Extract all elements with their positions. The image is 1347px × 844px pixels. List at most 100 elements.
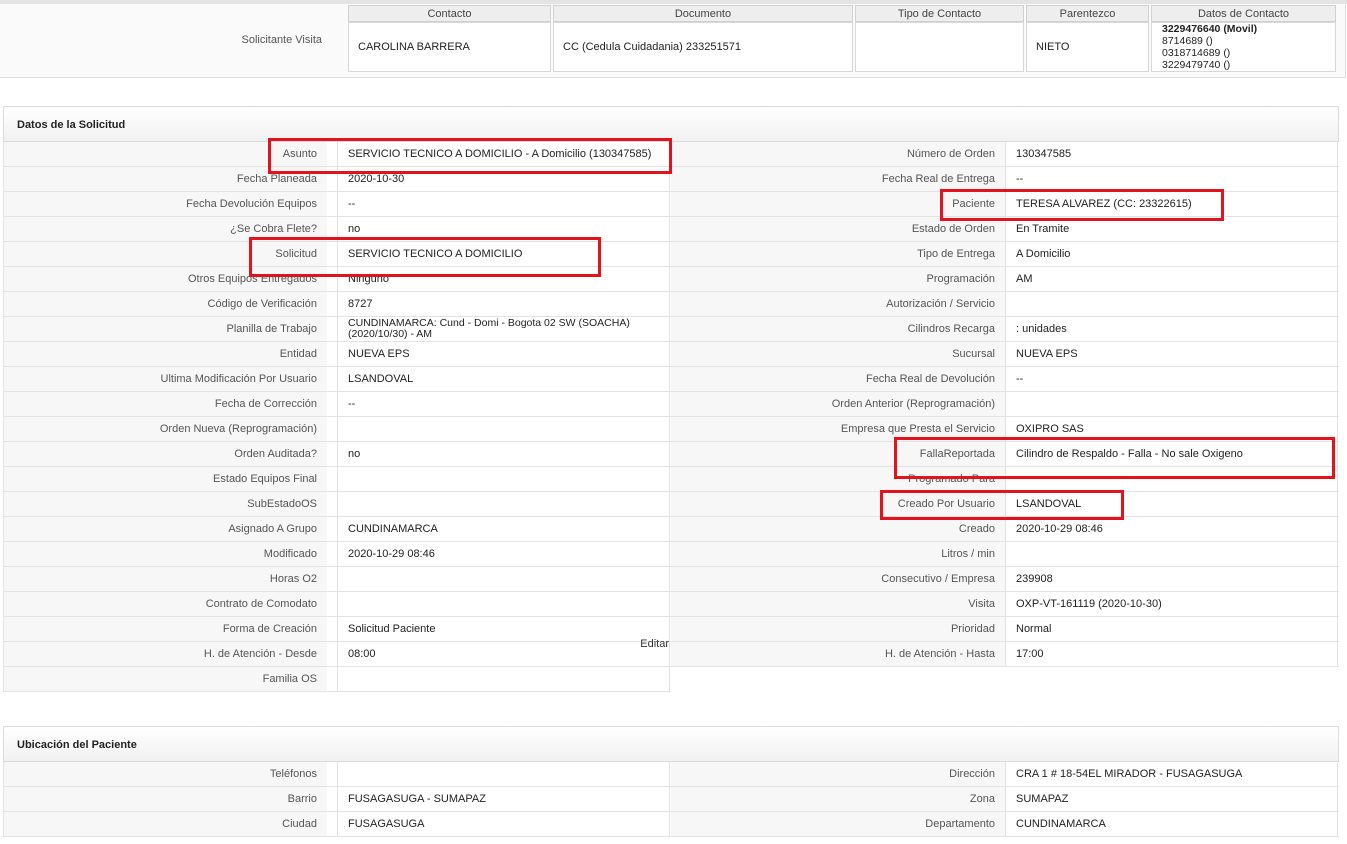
- field-value-text: no: [348, 223, 361, 235]
- field-label: Forma de Creación: [3, 617, 327, 641]
- field-row-departamento: Departamento CUNDINAMARCA: [671, 812, 1339, 837]
- field-label: Cilindros Recarga: [671, 317, 1005, 341]
- field-value: SERVICIO TECNICO A DOMICILIO: [337, 242, 670, 266]
- field-value: [1005, 542, 1338, 566]
- field-label: Autorización / Servicio: [671, 292, 1005, 316]
- field-value-text: --: [1016, 173, 1024, 185]
- field-value: 239908: [1005, 567, 1338, 591]
- field-value: Solicitud Paciente: [337, 617, 670, 641]
- field-value: LSANDOVAL: [337, 367, 670, 391]
- field-value: Ninguno: [337, 267, 670, 291]
- panel-title: Ubicación del Paciente: [3, 726, 1339, 762]
- field-value-text: CUNDINAMARCA: [1016, 818, 1106, 830]
- field-value-text: SERVICIO TECNICO A DOMICILIO - A Domicil…: [348, 148, 652, 160]
- field-row-creado: Creado 2020-10-29 08:46: [671, 517, 1339, 542]
- field-value-text: --: [348, 198, 356, 210]
- field-row-se-cobra-flete: ¿Se Cobra Flete? no: [3, 217, 671, 242]
- field-value-text: 2020-10-29 08:46: [348, 548, 435, 560]
- field-label: Fecha Real de Entrega: [671, 167, 1005, 191]
- field-label: Empresa que Presta el Servicio: [671, 417, 1005, 441]
- field-value: OXIPRO SAS: [1005, 417, 1338, 441]
- field-value: CUNDINAMARCA: [337, 517, 670, 541]
- field-label: Contrato de Comodato: [3, 592, 327, 616]
- field-label: Código de Verificación: [3, 292, 327, 316]
- contacto-cell: CAROLINA BARRERA: [348, 22, 551, 72]
- field-value: TERESA ALVAREZ (CC: 23322615): [1005, 192, 1338, 216]
- field-row-familia-os: Familia OS: [3, 667, 671, 692]
- field-row-fecha-real-de-entrega: Fecha Real de Entrega --: [671, 167, 1339, 192]
- field-label: Familia OS: [3, 667, 327, 691]
- field-row-h-de-atencion-hasta: H. de Atención - Hasta 17:00: [671, 642, 1339, 667]
- field-value: SERVICIO TECNICO A DOMICILIO - A Domicil…: [337, 142, 670, 166]
- field-value: Cilindro de Respaldo - Falla - No sale O…: [1005, 442, 1338, 466]
- field-label: Teléfonos: [3, 762, 327, 786]
- edit-link[interactable]: Editar: [640, 632, 669, 656]
- field-label: Litros / min: [671, 542, 1005, 566]
- field-row-fecha-planeada: Fecha Planeada 2020-10-30: [3, 167, 671, 192]
- table-row: CAROLINA BARRERA CC (Cedula Cuidadania) …: [348, 22, 1336, 72]
- field-value: SUMAPAZ: [1005, 787, 1338, 811]
- field-label: Zona: [671, 787, 1005, 811]
- field-value: 17:00: [1005, 642, 1338, 666]
- field-label: H. de Atención - Desde: [3, 642, 327, 666]
- field-value: AM: [1005, 267, 1338, 291]
- field-value-text: 239908: [1016, 573, 1053, 585]
- field-row-subestadoos: SubEstadoOS: [3, 492, 671, 517]
- field-label: Entidad: [3, 342, 327, 366]
- field-row-zona: Zona SUMAPAZ: [671, 787, 1339, 812]
- field-label: Asunto: [3, 142, 327, 166]
- field-value: LSANDOVAL: [1005, 492, 1338, 516]
- field-row-fallareportada: FallaReportada Cilindro de Respaldo - Fal…: [671, 442, 1339, 467]
- field-label: Fecha Real de Devolución: [671, 367, 1005, 391]
- field-value-text: 130347585: [1016, 148, 1072, 160]
- field-label: Dirección: [671, 762, 1005, 786]
- field-label: Orden Nueva (Reprogramación): [3, 417, 327, 441]
- field-value: [1005, 292, 1338, 316]
- phone-line: 8714689 (): [1162, 35, 1213, 47]
- field-label: Solicitud: [3, 242, 327, 266]
- field-value: En Tramite: [1005, 217, 1338, 241]
- field-value: 2020-10-29 08:46: [1005, 517, 1338, 541]
- field-value: no: [337, 442, 670, 466]
- ubicacion-left-column: Teléfonos Barrio FUSAGASUGA - SUMAPAZ Ciuda…: [3, 762, 671, 837]
- field-value: CUNDINAMARCA: [1005, 812, 1338, 836]
- field-row-consecutivo-empresa: Consecutivo / Empresa 239908: [671, 567, 1339, 592]
- solicitante-label: Solicitante Visita: [241, 34, 322, 46]
- field-row-numero-de-orden: Número de Orden 130347585: [671, 142, 1339, 167]
- field-label: Ciudad: [3, 812, 327, 836]
- field-value-text: CRA 1 # 18-54EL MIRADOR - FUSAGASUGA: [1016, 768, 1243, 780]
- field-row-programado-para: Programado Para: [671, 467, 1339, 492]
- field-row-otros-equipos-entregados: Otros Equipos Entregados Ninguno: [3, 267, 671, 292]
- field-label: Barrio: [3, 787, 327, 811]
- datos-contacto-cell: 3229476640 (Movil) 8714689 () 0318714689…: [1151, 22, 1336, 72]
- field-value-text: 8727: [348, 298, 373, 310]
- ubicacion-right-column: Dirección CRA 1 # 18-54EL MIRADOR - FUSAG…: [671, 762, 1339, 837]
- field-label: FallaReportada: [671, 442, 1005, 466]
- field-value: [1005, 392, 1338, 416]
- field-label: Fecha de Corrección: [3, 392, 327, 416]
- col-contacto: Contacto: [348, 5, 551, 22]
- field-value-text: 2020-10-29 08:46: [1016, 523, 1103, 535]
- field-row-tipo-de-entrega: Tipo de Entrega A Domicilio: [671, 242, 1339, 267]
- field-value-text: : unidades: [1016, 323, 1067, 335]
- field-value-text: 08:00: [348, 648, 376, 660]
- field-label: Modificado: [3, 542, 327, 566]
- field-row-telefonos: Teléfonos: [3, 762, 671, 787]
- field-value-text: FUSAGASUGA - SUMAPAZ: [348, 793, 486, 805]
- documento-cell: CC (Cedula Cuidadania) 233251571: [553, 22, 853, 72]
- field-label: Consecutivo / Empresa: [671, 567, 1005, 591]
- field-value: --: [337, 192, 670, 216]
- field-row-fecha-devolucion-equipos: Fecha Devolución Equipos --: [3, 192, 671, 217]
- field-row-h-de-atencion-desde: H. de Atención - Desde 08:00 Editar: [3, 638, 671, 667]
- field-value: [337, 762, 670, 786]
- field-value: [337, 567, 670, 591]
- field-row-autorizacion-servicio: Autorización / Servicio: [671, 292, 1339, 317]
- field-value-text: FUSAGASUGA: [348, 818, 425, 830]
- field-value-text: LSANDOVAL: [348, 373, 414, 385]
- panel-title: Datos de la Solicitud: [3, 106, 1339, 142]
- field-value-text: Solicitud Paciente: [348, 623, 436, 635]
- field-value-text: CUNDINAMARCA: [348, 523, 438, 535]
- field-value-text: NUEVA EPS: [1016, 348, 1078, 360]
- field-value: OXP-VT-161119 (2020-10-30): [1005, 592, 1338, 616]
- field-label: Número de Orden: [671, 142, 1005, 166]
